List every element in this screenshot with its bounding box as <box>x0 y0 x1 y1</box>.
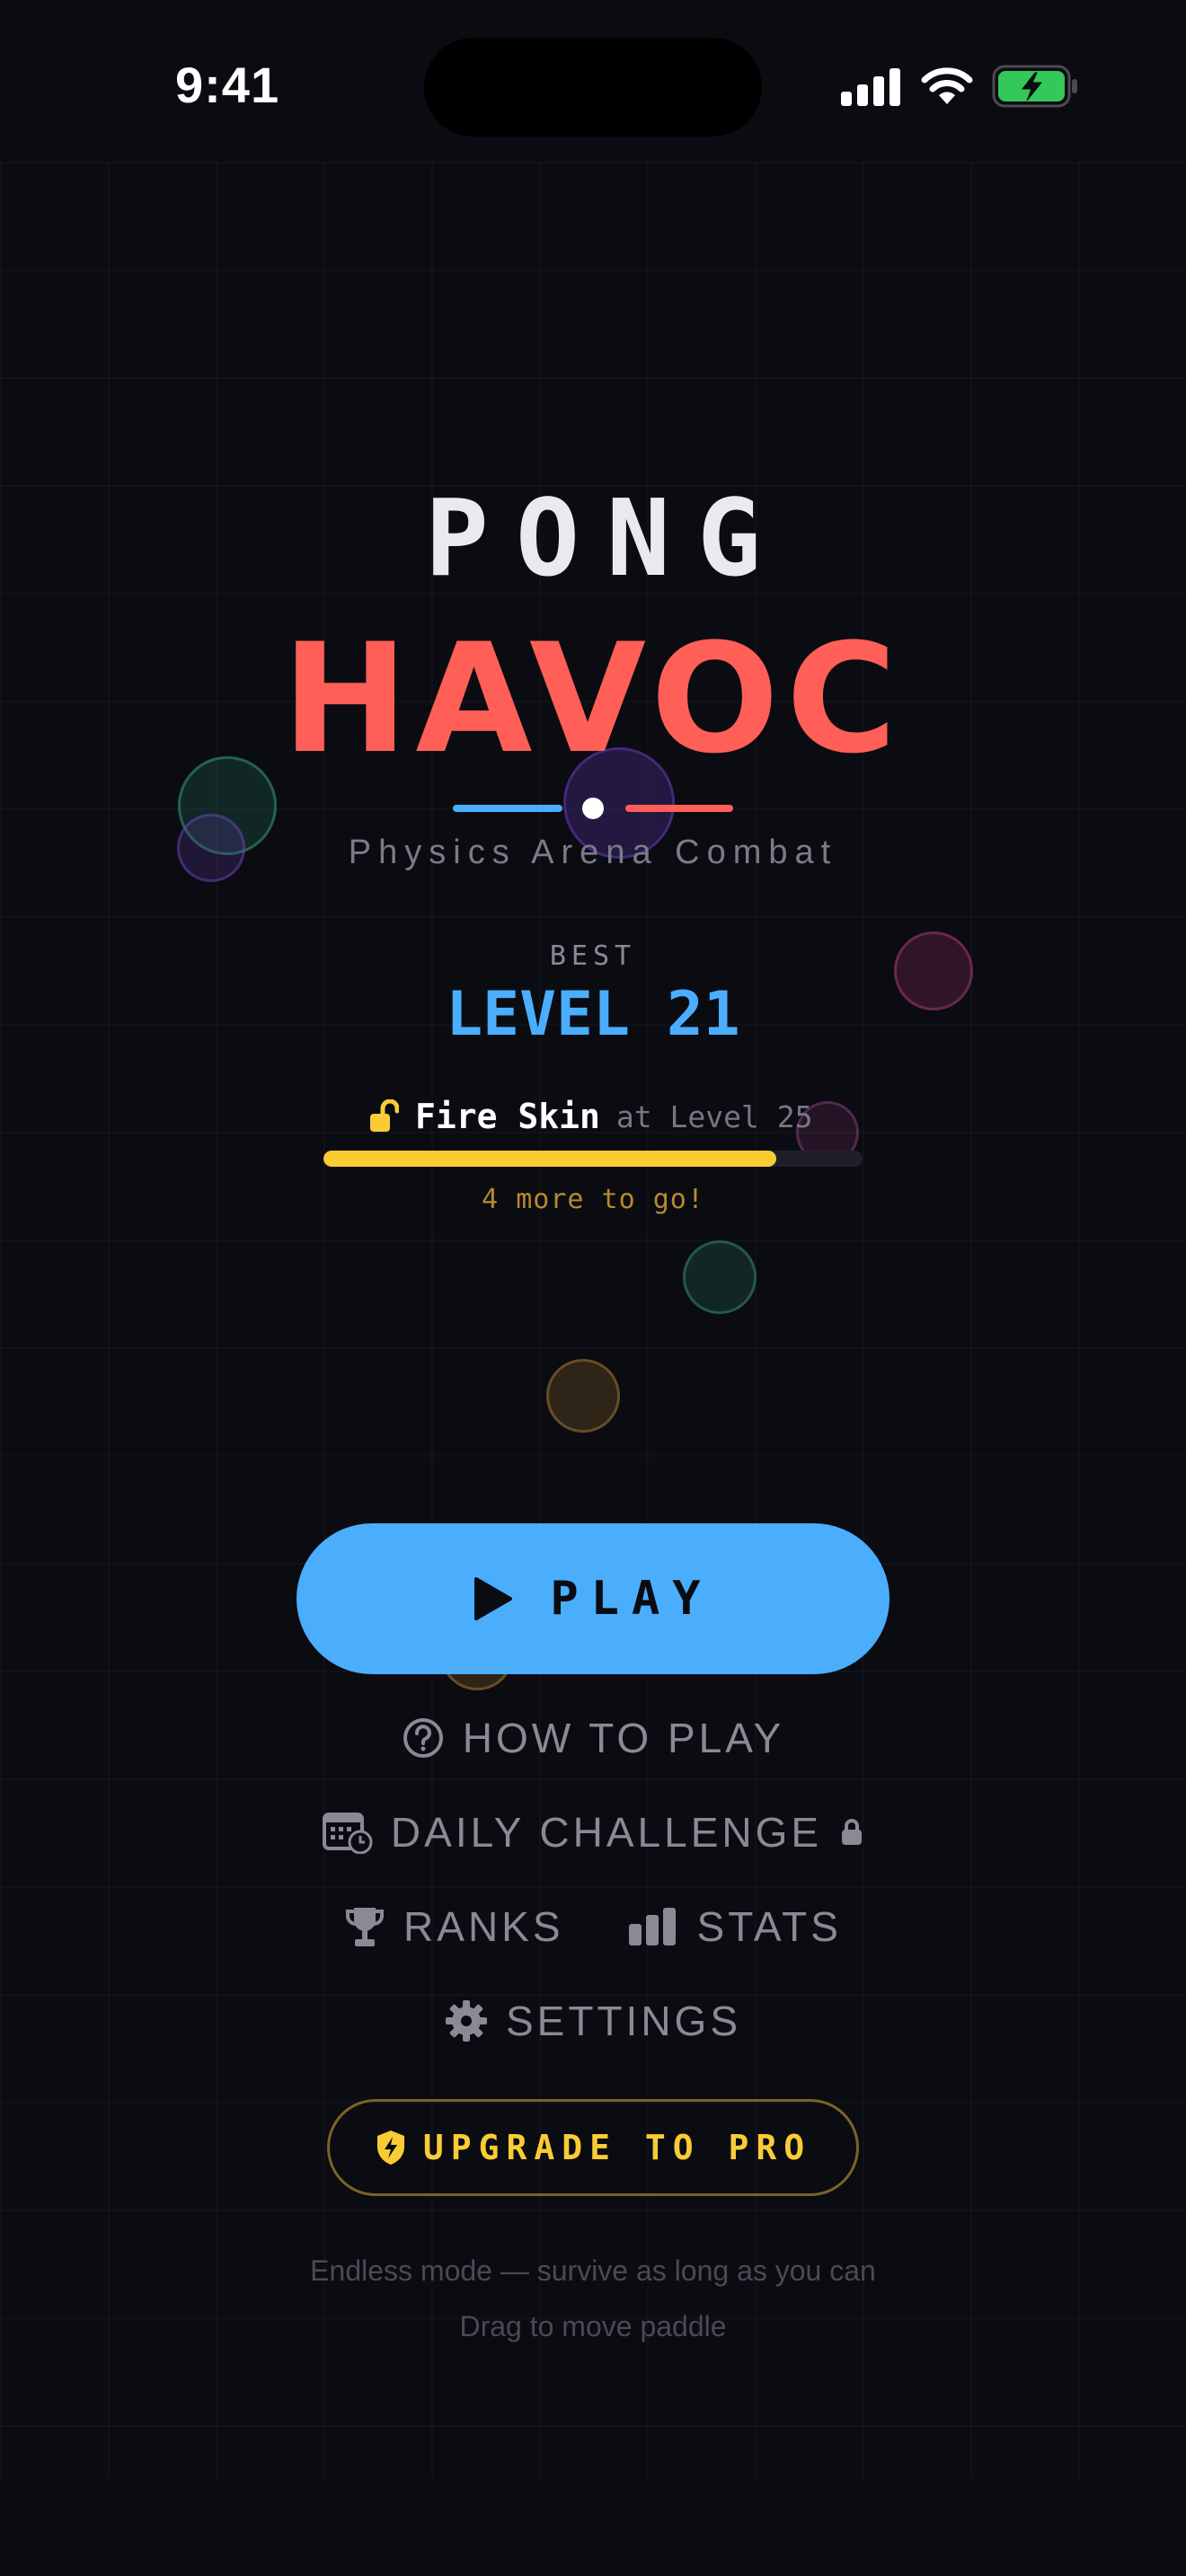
play-label: PLAY <box>550 1572 713 1626</box>
trophy-icon <box>346 1908 385 1946</box>
unlock-icon <box>370 1099 399 1132</box>
battery-charging-icon <box>992 65 1077 108</box>
unlock-level-text: at Level 25 <box>615 1098 813 1134</box>
settings-label: SETTINGS <box>505 1998 742 2044</box>
ranks-link[interactable]: RANKS <box>344 1902 563 1951</box>
how-to-play-label: HOW TO PLAY <box>462 1715 785 1761</box>
daily-challenge-link[interactable]: DAILY CHALLENGE <box>322 1808 863 1857</box>
settings-link[interactable]: SETTINGS <box>445 1997 741 2045</box>
play-icon <box>474 1577 513 1620</box>
best-level-value: LEVEL 21 <box>446 979 740 1050</box>
dynamic-island <box>424 38 762 137</box>
how-to-play-row: HOW TO PLAY <box>0 1714 1186 1762</box>
unlock-remaining-text: 4 more to go! <box>482 1184 704 1215</box>
stats-link[interactable]: STATS <box>627 1902 842 1951</box>
lock-icon <box>842 1819 863 1845</box>
daily-challenge-label: DAILY CHALLENGE <box>390 1809 823 1856</box>
status-bar: 9:41 <box>0 0 1186 162</box>
title-havoc: HAVOC <box>281 611 905 787</box>
calendar-clock-icon <box>322 1813 373 1854</box>
decorative-orb-teal <box>683 1240 757 1314</box>
play-button[interactable]: PLAY <box>296 1523 890 1674</box>
gear-icon <box>445 2000 487 2042</box>
footer-control-hint: Drag to move paddle <box>459 2310 727 2342</box>
status-time: 9:41 <box>175 57 280 113</box>
upgrade-to-pro-button[interactable]: UPGRADE TO PRO <box>327 2099 859 2196</box>
settings-row: SETTINGS <box>0 1997 1186 2045</box>
ranks-stats-row: RANKS STATS <box>0 1902 1186 1951</box>
help-circle-icon <box>403 1718 443 1758</box>
footer-mode-hint: Endless mode — survive as long as you ca… <box>310 2254 876 2287</box>
unlock-reward-name: Fire Skin <box>415 1097 600 1136</box>
daily-challenge-row: DAILY CHALLENGE <box>0 1808 1186 1857</box>
title-pong: PONG <box>424 476 789 600</box>
best-label: BEST <box>549 940 637 972</box>
next-unlock: Fire Skin at Level 25 <box>368 1094 812 1139</box>
tagline: Physics Arena Combat <box>348 834 838 871</box>
upgrade-label: UPGRADE TO PRO <box>422 2128 812 2167</box>
stats-label: STATS <box>696 1903 842 1950</box>
cellular-signal-icon <box>841 68 900 106</box>
paddle-ball-divider-icon <box>453 798 733 819</box>
how-to-play-link[interactable]: HOW TO PLAY <box>402 1714 784 1762</box>
unlock-progress-fill <box>323 1151 776 1167</box>
ranks-label: RANKS <box>403 1903 564 1950</box>
bar-chart-icon <box>628 1908 676 1945</box>
wifi-icon <box>921 67 973 104</box>
decorative-orb-amber <box>546 1359 620 1433</box>
shield-bolt-icon <box>376 2130 404 2165</box>
unlock-progress-bar <box>323 1151 863 1167</box>
